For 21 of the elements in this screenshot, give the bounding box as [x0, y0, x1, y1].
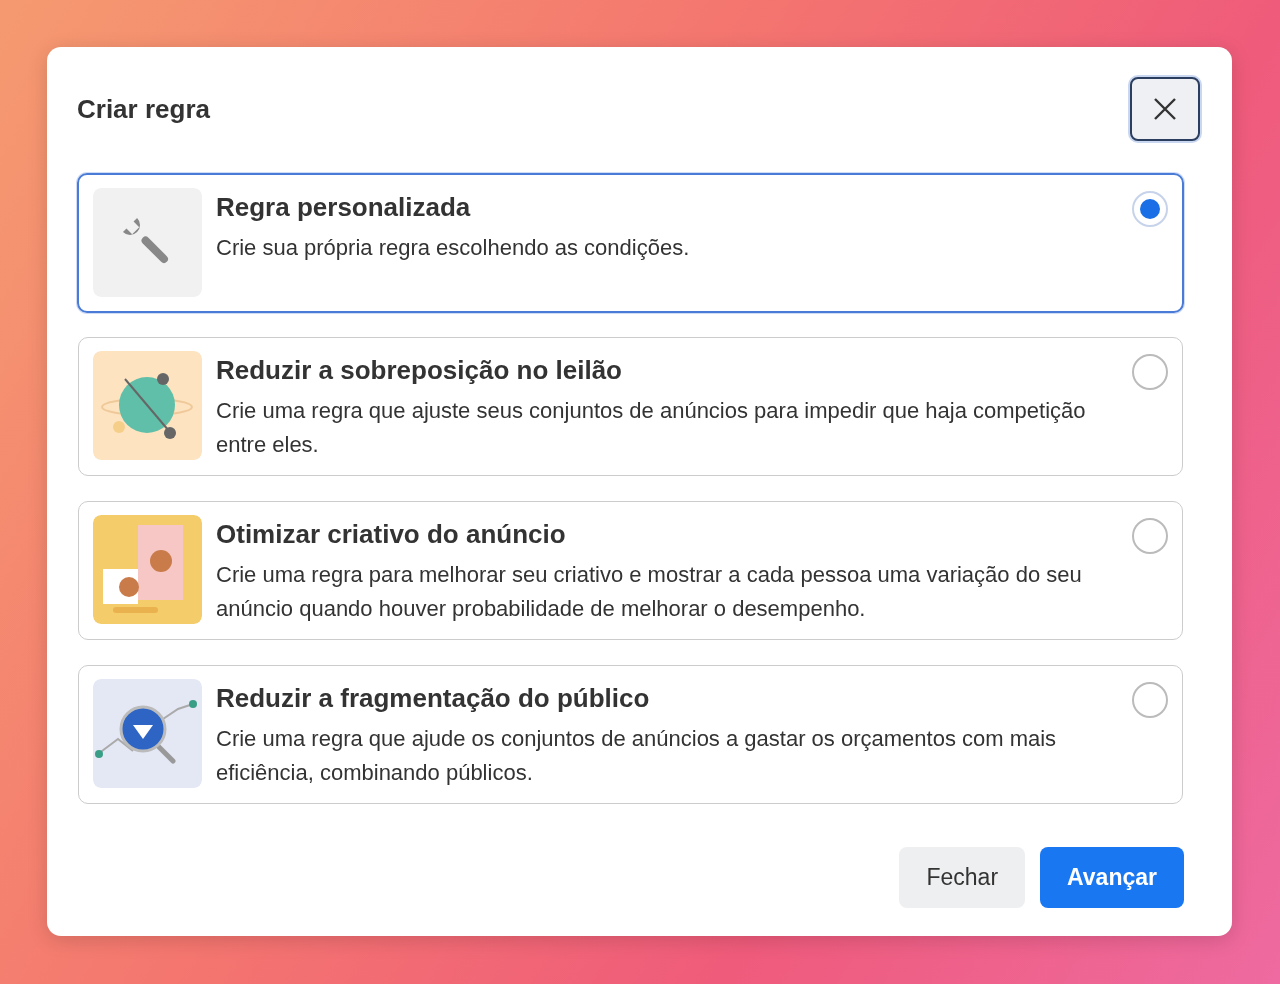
option-description: Crie uma regra que ajude os conjuntos de anúncios a gastar os orçamentos com mais eficiência, combinando públicos.: [216, 725, 1058, 787]
dialog-title: Criar regra: [77, 93, 210, 125]
option-title: Regra personalizada: [216, 192, 472, 223]
option-description: Crie sua própria regra escolhendo as condições.: [216, 234, 691, 262]
radio-button[interactable]: [1132, 191, 1168, 227]
rule-option[interactable]: Otimizar criativo do anúncio Crie uma regra para melhorar seu criativo e mostrar a cada pessoa uma variação do seu anúncio quando houver probabilidade de melhorar o desempenho.: [78, 501, 1183, 640]
close-button[interactable]: [1130, 77, 1200, 141]
close-icon: [1153, 97, 1177, 121]
rule-option[interactable]: Reduzir a fragmentação do público Crie uma regra que ajude os conjuntos de anúncios a gastar os orçamentos com mais eficiência, combinando públicos.: [78, 665, 1183, 804]
option-title: Otimizar criativo do anúncio: [216, 519, 567, 550]
option-title: Reduzir a fragmentação do público: [216, 683, 651, 714]
rule-option[interactable]: Regra personalizada Crie sua própria regra escolhendo as condições.: [77, 173, 1184, 313]
close-text-button[interactable]: Fechar: [899, 847, 1026, 908]
radio-button[interactable]: [1132, 518, 1168, 554]
next-button[interactable]: Avançar: [1040, 847, 1184, 908]
option-description: Crie uma regra que ajuste seus conjuntos de anúncios para impedir que haja competição entre eles.: [216, 397, 1087, 459]
option-description: Crie uma regra para melhorar seu criativo e mostrar a cada pessoa uma variação do seu anúncio quando houver probabilidade de melhorar o desempenho.: [216, 561, 1083, 623]
option-title: Reduzir a sobreposição no leilão: [216, 355, 623, 386]
rule-option[interactable]: Reduzir a sobreposição no leilão Crie uma regra que ajuste seus conjuntos de anúncios para impedir que haja competição entre eles.: [78, 337, 1183, 476]
radio-button[interactable]: [1132, 682, 1168, 718]
radio-button[interactable]: [1132, 354, 1168, 390]
